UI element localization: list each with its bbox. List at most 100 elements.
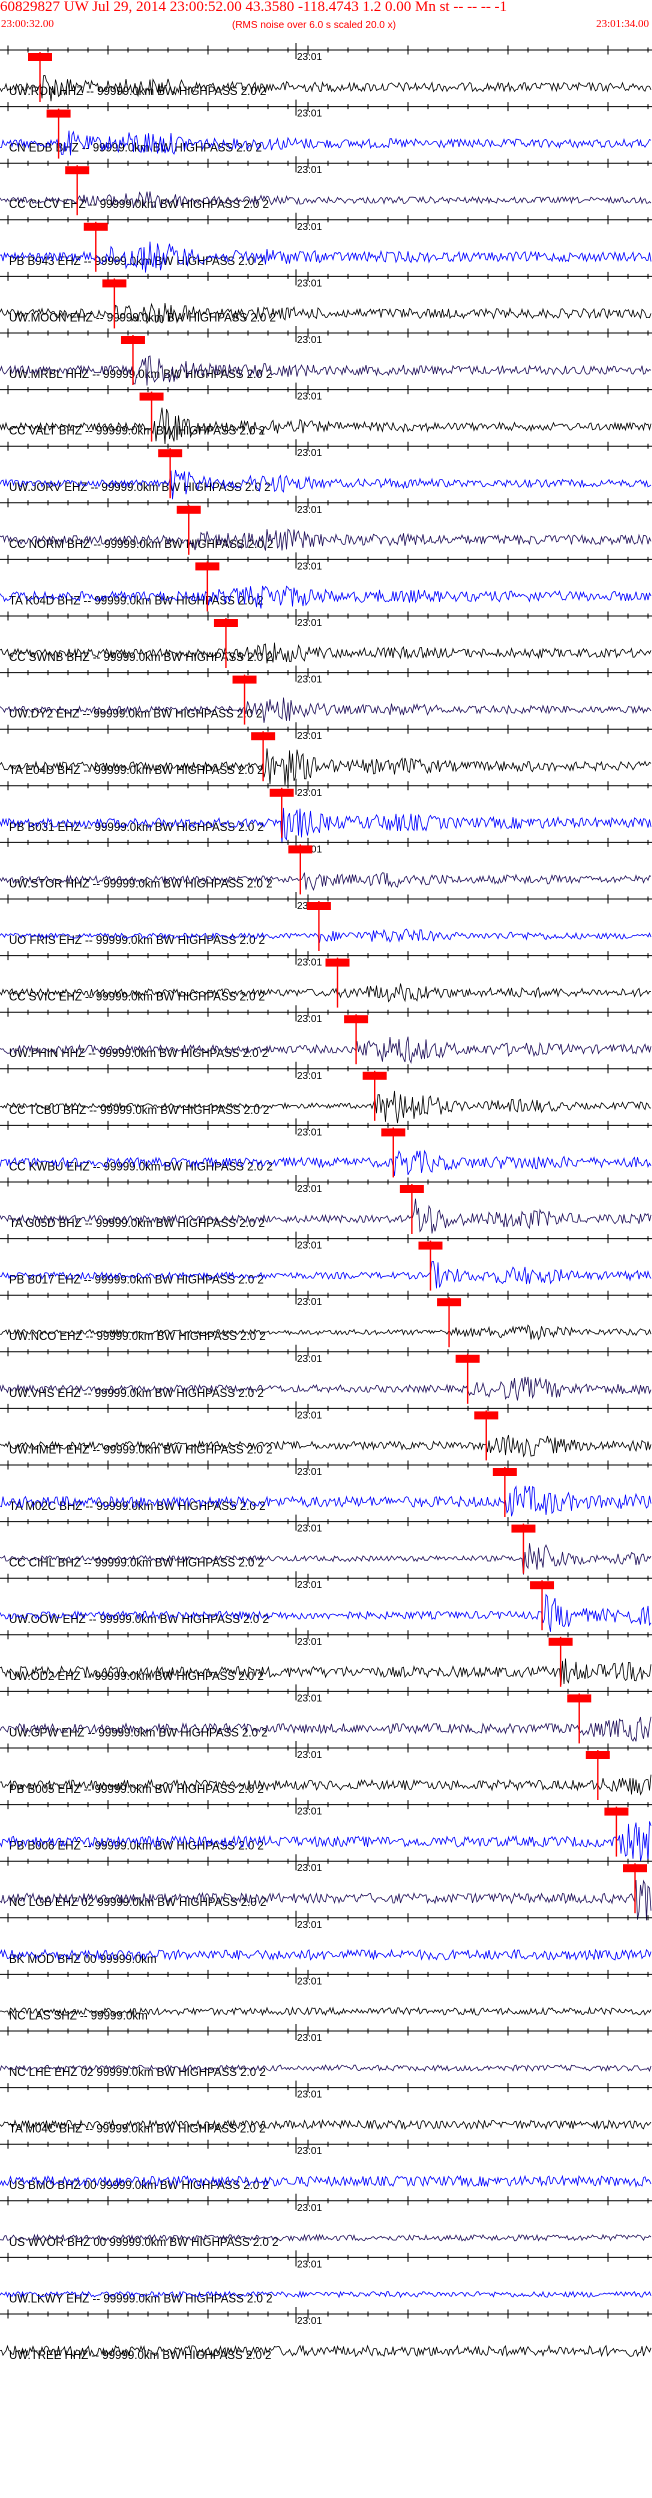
trace-16: 23:01CC SVIC EHZ -- 99999.0km BW HIGHPAS…	[0, 948, 652, 1008]
trace-8: 23:01CC NORM BHZ -- 99999.0km BW HIGHPAS…	[0, 495, 652, 555]
minute-label: 23:01	[297, 2259, 322, 2270]
pick-flag	[288, 845, 313, 854]
trace-label: NC LGB EHZ 02 99999.0km BW HIGHPASS 2.0 …	[9, 1897, 266, 1909]
minute-label: 23:01	[297, 1863, 322, 1874]
waveform	[0, 1593, 652, 1632]
trace-label: CC VALT BHZ -- 99999.0km BW HIGHPASS 2.0…	[9, 426, 265, 438]
trace-34: 23:01NC LAS SHZ -- 99999.0km	[0, 1967, 652, 2022]
trace-35: 23:01 NC LHE EHZ 02 99999.0km BW HIGHPASS…	[0, 2024, 652, 2079]
pick-flag	[158, 449, 183, 458]
minute-label: 23:01	[297, 1467, 322, 1478]
minute-label: 23:01	[297, 278, 322, 289]
trace-6: 23:01 CC VALT BHZ -- 99999.0km BW HIGHPAS…	[0, 382, 652, 445]
minute-label: 23:01	[297, 1693, 322, 1704]
waveform	[0, 1090, 652, 1124]
minute-label: 23:01	[297, 675, 322, 686]
minute-label: 23:01	[297, 1920, 322, 1931]
pick-flag	[418, 1241, 443, 1250]
minute-label: 23:01	[297, 2203, 322, 2214]
trace-1: 23:01CN EDB BHZ -- 99999.0km BW HIGHPASS…	[0, 99, 652, 159]
trace-33: 23:01 BK MOD BHZ 00 99999.0km	[0, 1910, 652, 1966]
pick-flag	[176, 505, 201, 514]
minute-label: 23:01	[297, 1580, 322, 1591]
trace-32: 23:01 NC LGB EHZ 02 99999.0km BW HIGHPASS…	[0, 1854, 652, 1921]
pick-flag	[213, 619, 238, 627]
trace-29: 23:01UW.GPW EHZ -- 99999.0km BW HIGHPASS…	[0, 1684, 652, 1744]
minute-label: 23:01	[297, 1807, 322, 1818]
minute-label: 23:01	[297, 2090, 322, 2101]
trace-38: 23:01US WVOR BHZ 00 99999.0km BW HIGHPAS…	[0, 2193, 652, 2249]
minute-label: 23:01	[297, 1976, 322, 1987]
trace-27: 23:01UW.OOW EHZ -- 99999.0km BW HIGHPASS…	[0, 1571, 652, 1632]
pick-flag	[437, 1298, 462, 1307]
minute-label: 23:01	[297, 1410, 322, 1421]
pick-flag	[46, 109, 71, 118]
pick-flag	[28, 53, 52, 61]
trace-label: UW.RON HHZ -- 99999.0km BW HIGHPASS 2.0 …	[9, 86, 266, 98]
minute-label: 23:01	[297, 165, 322, 176]
trace-9: 23:01TA K04D BHZ -- 99999.0km BW HIGHPAS…	[0, 552, 652, 612]
minute-label: 23:01	[297, 1354, 322, 1365]
trace-23: 23:01UW.VHS EHZ -- 99999.0km BW HIGHPASS…	[0, 1344, 652, 1404]
end-time: 23:01:34.00	[596, 18, 649, 30]
minute-label: 23:01	[297, 1297, 322, 1308]
pick-flag	[381, 1128, 406, 1137]
trace-19: 23:01 CC KWBU EHZ -- 99999.0km BW HIGHPAS…	[0, 1118, 652, 1178]
trace-4: 23:01UW.MOON EHZ -- 99999.0km BW HIGHPAS…	[0, 269, 652, 329]
minute-label: 23:01	[297, 731, 322, 742]
minute-label: 23:01	[297, 505, 322, 516]
trace-36: 23:01TA M04C BHZ -- 99999.0km BW HIGHPAS…	[0, 2080, 652, 2136]
trace-label: CC CIHL BHZ -- 99999.0km BW HIGHPASS 2.0…	[9, 1558, 264, 1570]
pick-flag	[120, 336, 145, 344]
pick-flag	[399, 1185, 424, 1193]
pick-flag	[567, 1694, 592, 1703]
minute-label: 23:01	[297, 109, 322, 120]
pick-flag	[232, 675, 257, 684]
pick-flag	[511, 1524, 536, 1533]
pick-flag	[530, 1581, 555, 1590]
pick-flag	[362, 1071, 387, 1080]
minute-label: 23:01	[297, 958, 322, 969]
trace-11: 23:01UW.DY2 EHZ -- 99999.0km BW HIGHPASS…	[0, 665, 652, 725]
pick-flag	[139, 392, 164, 401]
trace-14: 23:01UW.STOR HHZ -- 99999.0km BW HIGHPAS…	[0, 835, 652, 895]
pick-flag	[251, 732, 276, 741]
scale-note: (RMS noise over 6.0 s scaled 20.0 x)	[232, 20, 396, 31]
pick-flag	[65, 166, 90, 175]
trace-39: 23:01UW.LKWY EHZ -- 99999.0km BW HIGHPAS…	[0, 2250, 652, 2305]
minute-label: 23:01	[297, 1071, 322, 1082]
pick-flag	[585, 1751, 610, 1759]
pick-flag	[83, 222, 108, 231]
pick-flag	[325, 958, 350, 967]
minute-label: 23:01	[297, 788, 322, 799]
start-time: 23:00:32.00	[1, 18, 54, 30]
minute-label: 23:01	[297, 392, 322, 403]
trace-3: 23:01PB B943 EHZ -- 99999.0km BW HIGHPAS…	[0, 212, 652, 273]
trace-28: 23:01UW.OD2 EHZ -- 99999.0km BW HIGHPASS…	[0, 1627, 652, 1687]
trace-37: 23:01US BMO BHZ 00 99999.0km BW HIGHPASS…	[0, 2137, 652, 2192]
minute-label: 23:01	[297, 1127, 322, 1138]
plot-header: 60829827 UW Jul 29, 2014 23:00:52.00 43.…	[0, 0, 652, 34]
pick-flag	[492, 1468, 517, 1476]
trace-20: 23:01TA G05D BHZ -- 99999.0km BW HIGHPAS…	[0, 1175, 652, 1234]
trace-7: 23:01UW.JORV EHZ -- 99999.0km BW HIGHPAS…	[0, 439, 652, 500]
pick-flag	[102, 279, 127, 288]
trace-label: BK MOD BHZ 00 99999.0km	[9, 1954, 157, 1966]
minute-label: 23:01	[297, 1524, 322, 1535]
minute-label: 23:01	[297, 1637, 322, 1648]
minute-label: 23:01	[297, 52, 322, 63]
trace-label: UW.MRBL HHZ -- 99999.0km BW HIGHPASS 2.0…	[9, 369, 272, 381]
trace-0: 23:01 UW.RON HHZ -- 99999.0km BW HIGHPASS…	[0, 43, 652, 102]
pick-flag	[306, 902, 331, 910]
minute-label: 23:01	[297, 1241, 322, 1252]
trace-label: CC KWBU EHZ -- 99999.0km BW HIGHPASS 2.0…	[9, 1161, 273, 1173]
minute-label: 23:01	[297, 2033, 322, 2044]
event-title: 60829827 UW Jul 29, 2014 23:00:52.00 43.…	[0, 0, 508, 15]
trace-12: 23:01 TA E04D BHZ -- 99999.0km BW HIGHPAS…	[0, 722, 652, 786]
minute-label: 23:01	[297, 1014, 322, 1025]
trace-15: 23:01UO FRIS EHZ -- 99999.0km BW HIGHPAS…	[0, 892, 652, 951]
trace-18: 23:01CC TCBU BHZ -- 99999.0km BW HIGHPAS…	[0, 1061, 652, 1124]
pick-flag	[474, 1411, 499, 1420]
trace-label: PB B005 EHZ -- 99999.0km BW HIGHPASS 2.0…	[9, 1784, 264, 1796]
pick-flag	[269, 788, 294, 797]
